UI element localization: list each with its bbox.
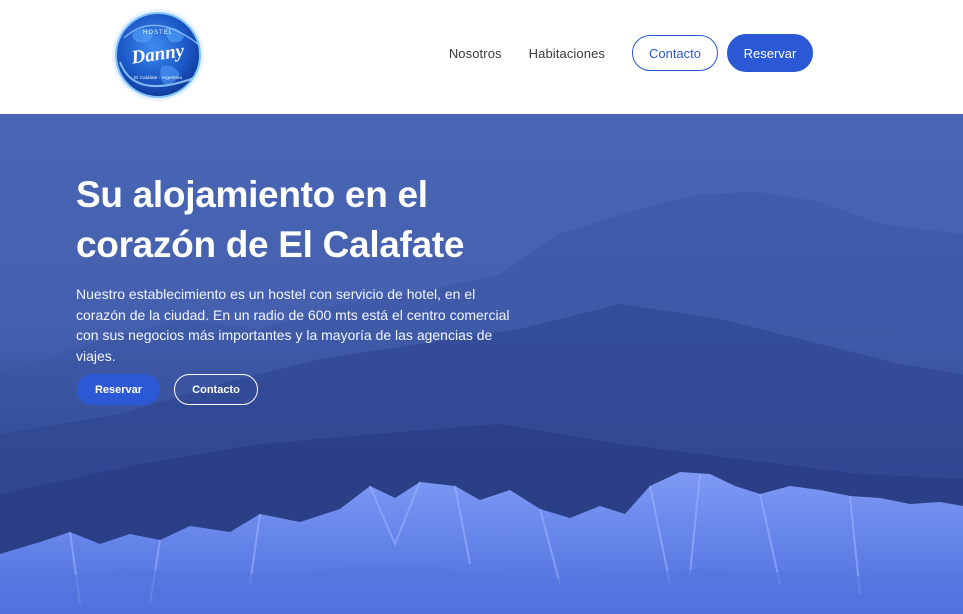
site-header: HOSTEL Danny El Calafate - Argentina Nos… (0, 0, 963, 114)
nav-link-habitaciones[interactable]: Habitaciones (529, 46, 605, 61)
hero-buttons: Reservar Contacto (77, 374, 258, 405)
hero-reservar-button[interactable]: Reservar (77, 374, 160, 405)
logo-bottom-text: El Calafate - Argentina (134, 75, 182, 81)
nav-reservar-button[interactable]: Reservar (727, 34, 813, 72)
hero-section: Su alojamiento en el corazón de El Calaf… (0, 114, 963, 614)
nav-contacto-button[interactable]: Contacto (632, 35, 718, 71)
logo-top-text: HOSTEL (143, 30, 173, 36)
hero-description: Nuestro establecimiento es un hostel con… (76, 286, 510, 364)
main-nav: Nosotros Habitaciones Contacto Reservar (449, 34, 813, 72)
hostel-logo[interactable]: HOSTEL Danny El Calafate - Argentina (104, 4, 212, 106)
hero-contacto-button[interactable]: Contacto (174, 374, 258, 405)
hero-title: Su alojamiento en el corazón de El Calaf… (76, 174, 465, 265)
nav-link-nosotros[interactable]: Nosotros (449, 46, 502, 61)
